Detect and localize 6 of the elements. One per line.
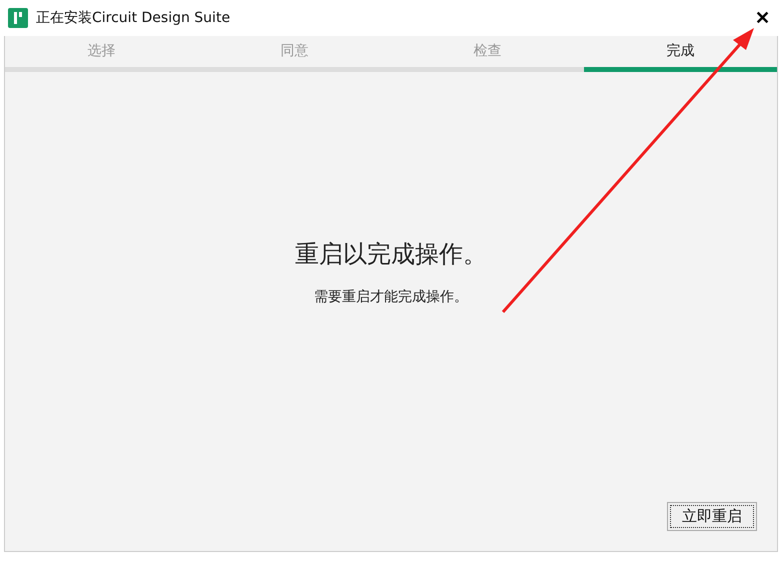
close-button[interactable]: ✕ — [751, 7, 774, 29]
message-heading: 重启以完成操作。 — [295, 239, 487, 270]
app-logo-icon — [8, 8, 28, 28]
message-text: 需要重启才能完成操作。 — [314, 288, 468, 306]
window-title: 正在安装Circuit Design Suite — [36, 9, 230, 27]
restart-button[interactable]: 立即重启 — [667, 502, 757, 531]
